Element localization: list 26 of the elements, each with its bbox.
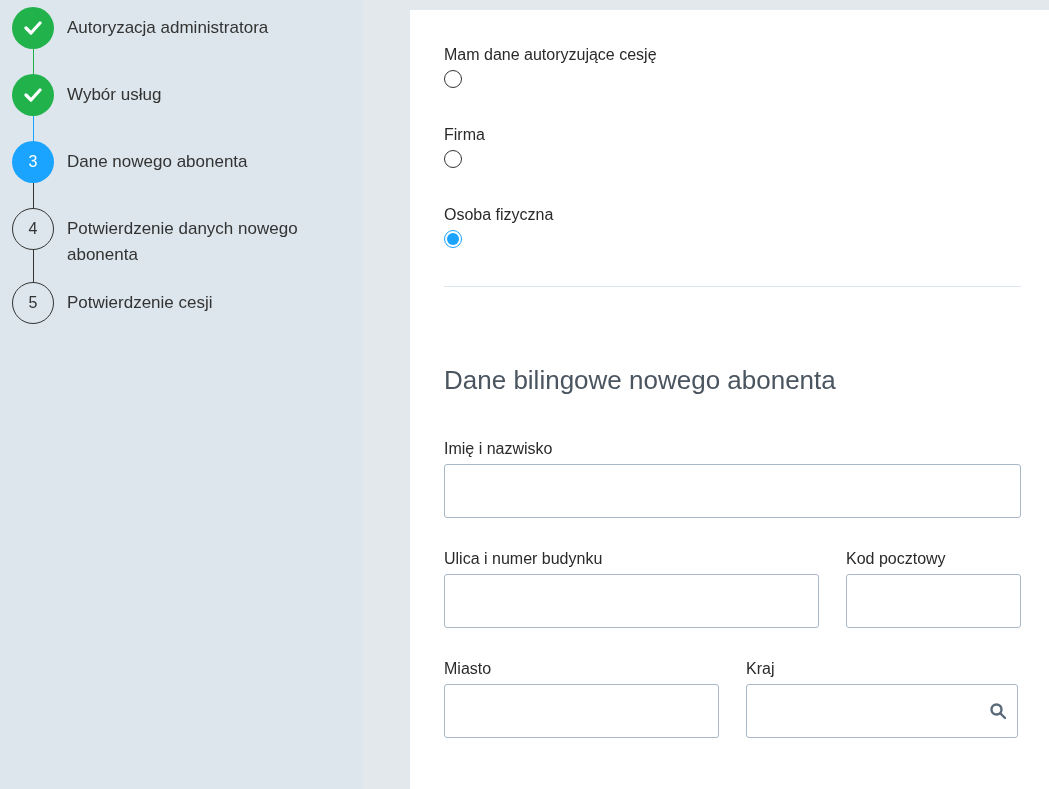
check-icon bbox=[24, 21, 42, 35]
input-field[interactable] bbox=[444, 684, 719, 738]
field-label: Imię i nazwisko bbox=[444, 440, 554, 458]
field-label: Ulica i numer budynku bbox=[444, 550, 604, 568]
input-field[interactable] bbox=[444, 574, 819, 628]
field-label: Kraj bbox=[746, 660, 776, 678]
input-field[interactable] bbox=[846, 574, 1021, 628]
option-label: Osoba fizyczna bbox=[444, 206, 555, 224]
step-number: 3 bbox=[12, 141, 54, 183]
option-label: Mam dane autoryzujące cesję bbox=[444, 46, 658, 64]
field-label: Miasto bbox=[444, 660, 493, 678]
step-label[interactable]: Dane nowego abonenta bbox=[67, 141, 337, 208]
radio-button[interactable] bbox=[444, 230, 462, 248]
step-label[interactable]: Wybór usług bbox=[67, 74, 337, 141]
radio-button[interactable] bbox=[444, 150, 462, 168]
radio-button[interactable] bbox=[444, 70, 462, 88]
check-icon bbox=[24, 88, 42, 102]
search-icon[interactable] bbox=[989, 702, 1007, 720]
search-field[interactable] bbox=[746, 684, 1018, 738]
section-heading: Dane bilingowe nowego abonenta bbox=[444, 365, 837, 396]
option-label: Firma bbox=[444, 126, 486, 144]
step-label[interactable]: Autoryzacja administratora bbox=[67, 7, 337, 74]
input-field[interactable] bbox=[444, 464, 1021, 518]
step-label[interactable]: Potwierdzenie cesji bbox=[67, 282, 337, 330]
step-label[interactable]: Potwierdzenie danych nowego abonenta bbox=[67, 208, 337, 282]
field-label: Kod pocztowy bbox=[846, 550, 947, 568]
